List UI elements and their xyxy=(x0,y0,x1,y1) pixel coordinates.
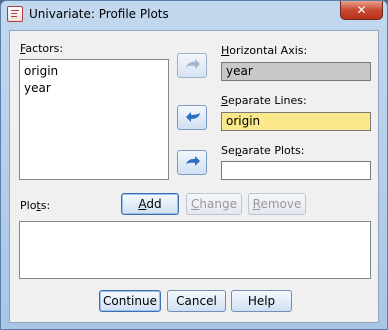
separate-lines-label: Separate Lines: xyxy=(221,94,307,107)
change-button[interactable]: Change xyxy=(186,193,242,215)
help-button[interactable]: Help xyxy=(231,290,292,312)
continue-button[interactable]: Continue xyxy=(99,290,161,312)
plots-label: Plots: xyxy=(20,199,51,212)
profile-plots-dialog: Univariate: Profile Plots ✕ Factors: ori… xyxy=(0,0,388,330)
factors-label: Factors: xyxy=(20,42,64,55)
title-bar[interactable]: Univariate: Profile Plots ✕ xyxy=(1,1,387,29)
horizontal-axis-label: Horizontal Axis: xyxy=(221,44,308,57)
move-back-button[interactable] xyxy=(177,105,207,130)
separate-plots-label: Separate Plots: xyxy=(221,144,305,157)
factors-list[interactable]: origin year xyxy=(19,59,169,180)
arrow-right-icon xyxy=(186,156,200,166)
horizontal-axis-field[interactable]: year xyxy=(221,62,371,81)
factor-item-origin[interactable]: origin xyxy=(24,64,58,78)
app-icon xyxy=(7,6,23,22)
arrow-left-icon xyxy=(186,112,200,122)
cancel-button[interactable]: Cancel xyxy=(167,290,226,312)
close-button[interactable]: ✕ xyxy=(340,1,383,20)
move-to-horizontal-axis-button[interactable] xyxy=(177,53,207,78)
factor-item-year[interactable]: year xyxy=(24,81,51,95)
dialog-body: Factors: origin year Horizontal Axis: ye… xyxy=(9,30,379,323)
separate-lines-field[interactable]: origin xyxy=(221,112,371,131)
remove-button[interactable]: Remove xyxy=(248,193,306,215)
arrow-right-icon xyxy=(186,59,200,69)
plots-list[interactable] xyxy=(19,221,371,279)
window-title: Univariate: Profile Plots xyxy=(29,7,169,21)
move-to-separate-plots-button[interactable] xyxy=(177,150,207,175)
add-button[interactable]: Add xyxy=(121,193,179,215)
separate-plots-field[interactable] xyxy=(221,161,371,180)
